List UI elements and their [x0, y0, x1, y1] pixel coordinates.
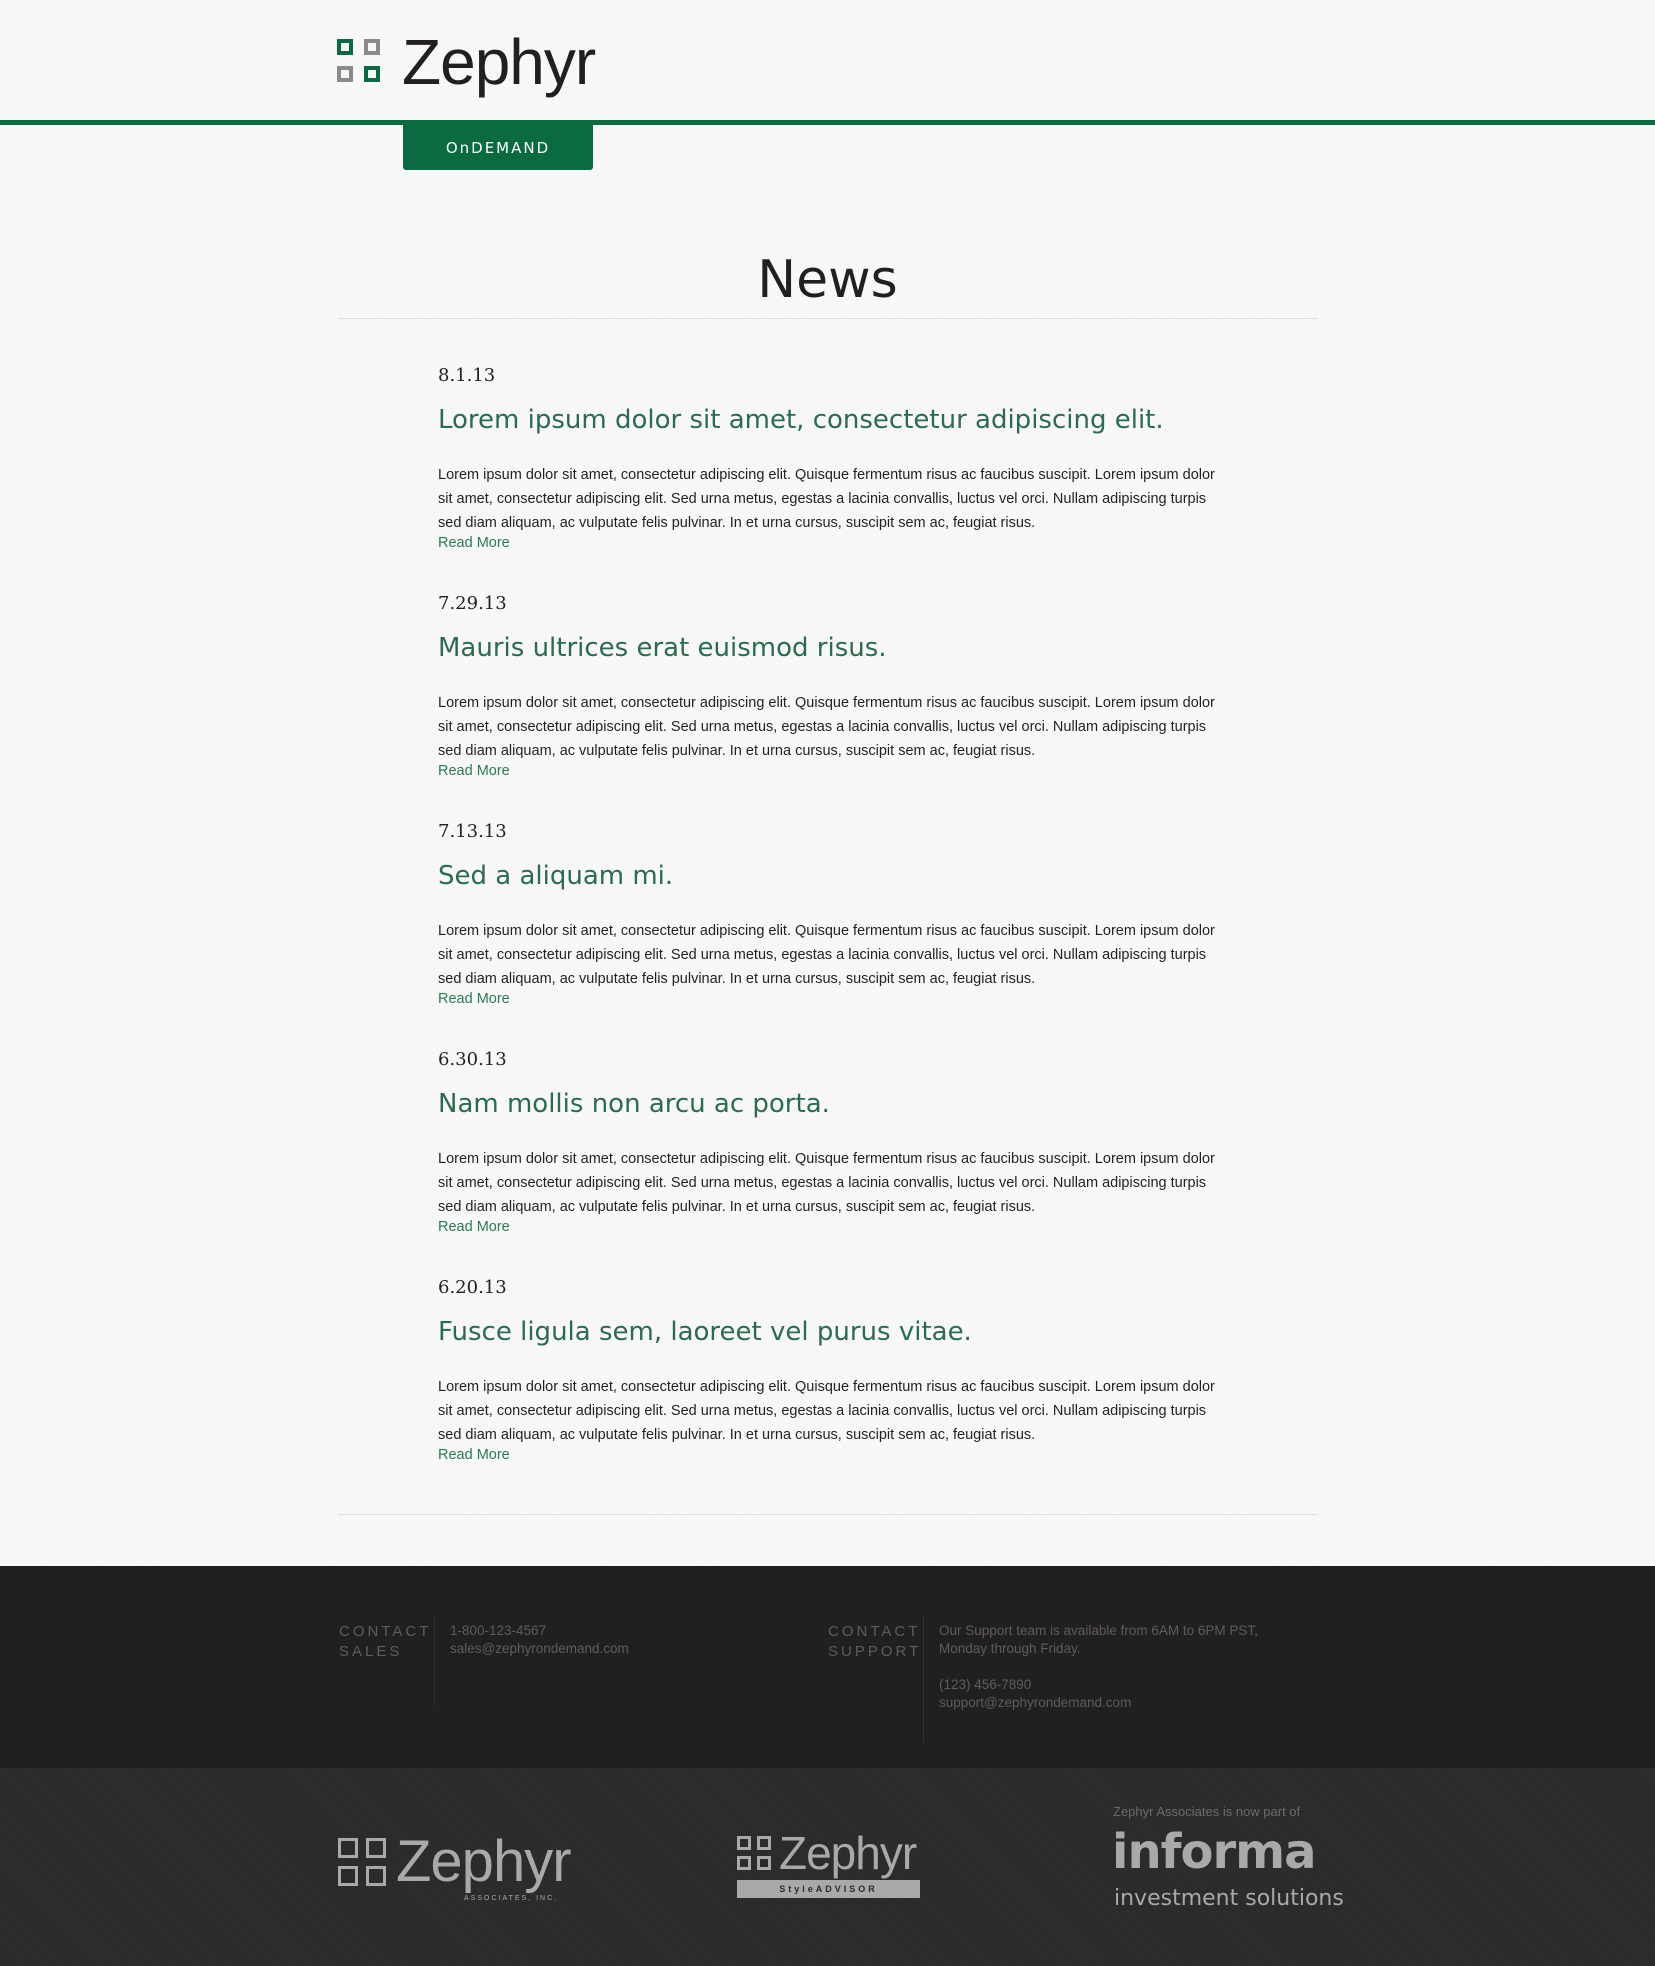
news-item: 8.1.13 Lorem ipsum dolor sit amet, conse… — [438, 355, 1218, 583]
support-hours-line2: Monday through Friday. — [939, 1641, 1081, 1656]
news-date: 7.29.13 — [438, 593, 507, 614]
contact-support-label-line2: SUPPORT — [828, 1643, 922, 1660]
ondemand-tab[interactable]: OnDEMAND — [403, 125, 593, 170]
zephyr-logo-mark-icon — [737, 1836, 771, 1870]
read-more-link[interactable]: Read More — [438, 763, 510, 779]
news-item: 7.29.13 Mauris ultrices erat euismod ris… — [438, 583, 1218, 811]
news-title-link[interactable]: Lorem ipsum dolor sit amet, consectetur … — [438, 405, 1164, 435]
read-more-link[interactable]: Read More — [438, 535, 510, 551]
contact-footer: CONTACT SALES 1-800-123-4567 sales@zephy… — [0, 1566, 1655, 1768]
contact-sales-label-line2: SALES — [339, 1643, 403, 1660]
logo-square-icon — [366, 1866, 386, 1886]
news-date: 6.30.13 — [438, 1049, 507, 1070]
zephyr-styleadvisor-logo[interactable]: Zephyr StyleADVISOR — [737, 1827, 920, 1898]
read-more-link[interactable]: Read More — [438, 991, 510, 1007]
contact-sales-heading: CONTACT SALES — [339, 1622, 429, 1662]
zephyr-logo-mark-icon — [338, 1838, 386, 1886]
logo-square-icon — [757, 1856, 771, 1870]
news-excerpt: Lorem ipsum dolor sit amet, consectetur … — [438, 923, 1215, 987]
news-excerpt: Lorem ipsum dolor sit amet, consectetur … — [438, 467, 1215, 531]
logo-square-icon — [757, 1836, 771, 1850]
informa-logo[interactable]: informa — [1112, 1824, 1317, 1880]
contact-support-label-line1: CONTACT — [828, 1623, 921, 1640]
logo-square-icon — [366, 1838, 386, 1858]
news-excerpt: Lorem ipsum dolor sit amet, consectetur … — [438, 1151, 1215, 1215]
contact-support-heading: CONTACT SUPPORT — [828, 1622, 918, 1662]
informa-note: Zephyr Associates is now part of — [1113, 1804, 1301, 1819]
contact-sales-label-line1: CONTACT — [339, 1623, 432, 1640]
sales-phone[interactable]: 1-800-123-4567 — [450, 1622, 629, 1640]
contact-divider — [434, 1616, 435, 1706]
news-date: 6.20.13 — [438, 1277, 507, 1298]
logo-wordmark: Zephyr — [402, 26, 596, 98]
news-title-link[interactable]: Nam mollis non arcu ac porta. — [438, 1089, 830, 1119]
informa-tagline: investment solutions — [1114, 1886, 1344, 1911]
sales-email-link[interactable]: sales@zephyrondemand.com — [450, 1640, 629, 1658]
page-title: News — [757, 249, 898, 310]
read-more-link[interactable]: Read More — [438, 1219, 510, 1235]
logo-square-icon — [338, 1838, 358, 1858]
news-date: 8.1.13 — [438, 365, 496, 386]
header-rule — [0, 120, 1655, 125]
zephyr-associates-logo[interactable]: Zephyr ASSOCIATES, INC. — [338, 1829, 572, 1902]
title-divider — [338, 318, 1318, 319]
support-phone[interactable]: (123) 456-7890 — [939, 1676, 1258, 1694]
logo-square-icon — [338, 1866, 358, 1886]
contact-sales-details: 1-800-123-4567 sales@zephyrondemand.com — [450, 1622, 629, 1658]
news-list: 8.1.13 Lorem ipsum dolor sit amet, conse… — [438, 355, 1218, 1495]
logo-square-icon — [337, 65, 353, 82]
zephyr-wordmark: Zephyr — [396, 1829, 572, 1894]
news-date: 7.13.13 — [438, 821, 507, 842]
zephyr-logo-mark-icon — [337, 38, 384, 86]
associates-tagline: ASSOCIATES, INC. — [464, 1895, 559, 1902]
logo-square-icon — [364, 38, 380, 55]
support-hours-line1: Our Support team is available from 6AM t… — [939, 1623, 1258, 1638]
zephyr-wordmark: Zephyr — [779, 1827, 917, 1879]
news-title-link[interactable]: Fusce ligula sem, laoreet vel purus vita… — [438, 1317, 972, 1347]
content-divider — [338, 1514, 1318, 1515]
site-header: Zephyr — [0, 0, 1655, 125]
contact-divider — [923, 1616, 924, 1742]
contact-support-details: Our Support team is available from 6AM t… — [939, 1622, 1258, 1712]
read-more-link[interactable]: Read More — [438, 1447, 510, 1463]
partner-logos-footer: Zephyr ASSOCIATES, INC. Zephyr StyleADVI… — [0, 1768, 1655, 1966]
logo-square-icon — [737, 1836, 751, 1850]
styleadvisor-badge: StyleADVISOR — [737, 1880, 920, 1898]
zephyr-logo[interactable]: Zephyr — [337, 26, 596, 98]
logo-square-icon — [337, 38, 353, 55]
news-item: 6.20.13 Fusce ligula sem, laoreet vel pu… — [438, 1267, 1218, 1495]
news-excerpt: Lorem ipsum dolor sit amet, consectetur … — [438, 1379, 1215, 1443]
support-email-link[interactable]: support@zephyrondemand.com — [939, 1694, 1258, 1712]
logo-square-icon — [364, 65, 380, 82]
news-title-link[interactable]: Sed a aliquam mi. — [438, 861, 673, 891]
news-item: 6.30.13 Nam mollis non arcu ac porta. Lo… — [438, 1039, 1218, 1267]
news-excerpt: Lorem ipsum dolor sit amet, consectetur … — [438, 695, 1215, 759]
news-title-link[interactable]: Mauris ultrices erat euismod risus. — [438, 633, 887, 663]
logo-square-icon — [737, 1856, 751, 1870]
news-item: 7.13.13 Sed a aliquam mi. Lorem ipsum do… — [438, 811, 1218, 1039]
